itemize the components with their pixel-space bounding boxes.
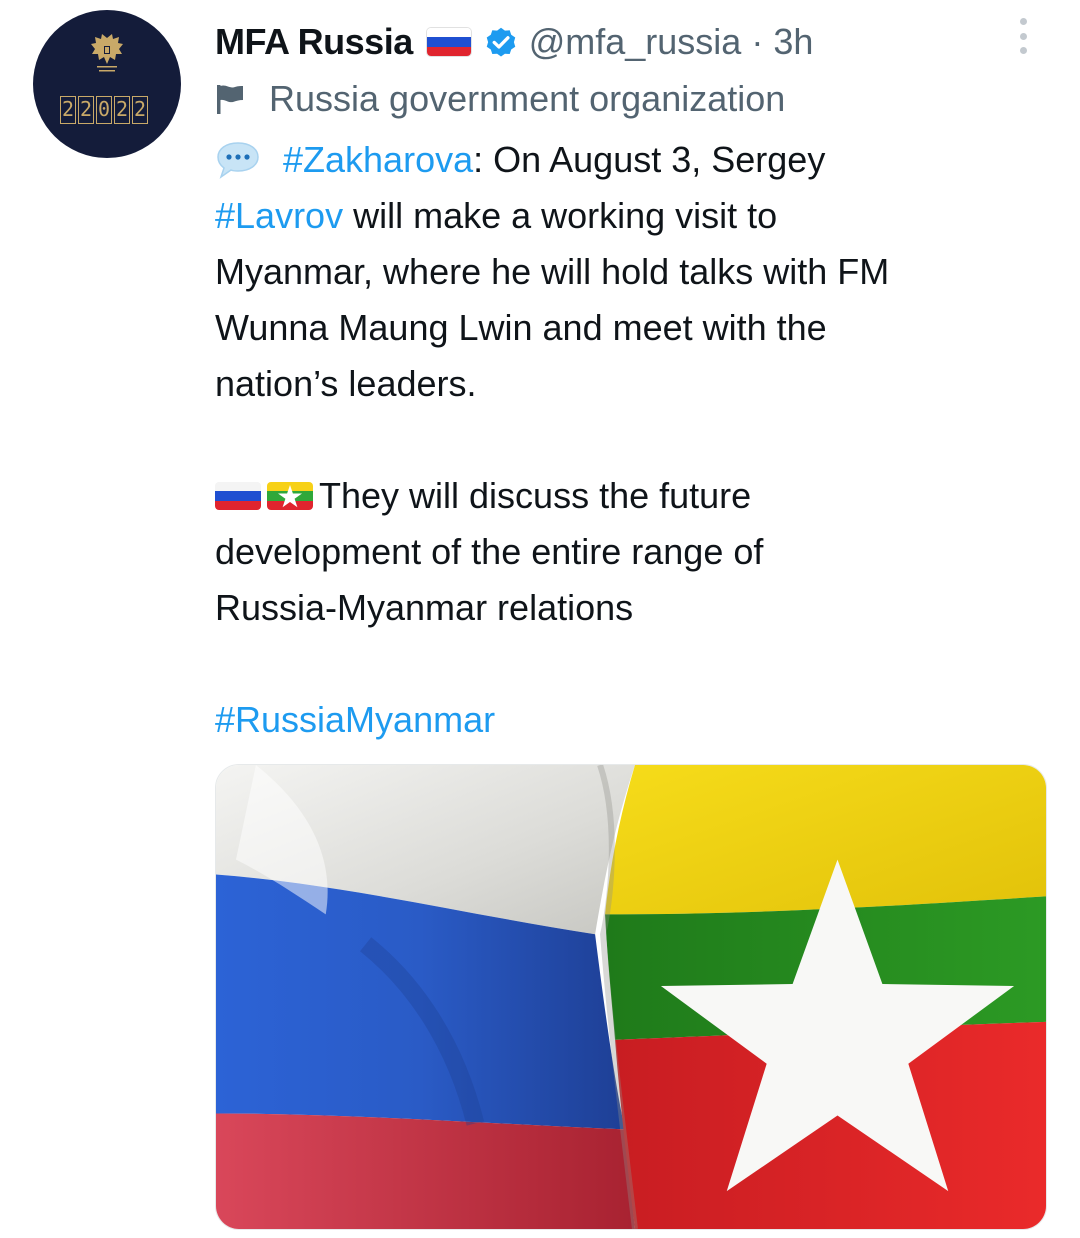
government-label: Russia government organization	[215, 76, 785, 122]
text-line: development of the entire range of	[215, 531, 764, 572]
author-handle[interactable]: @mfa_russia	[529, 21, 742, 63]
government-label-text: Russia government organization	[269, 78, 786, 119]
hashtag-link[interactable]: #RussiaMyanmar	[215, 692, 495, 748]
avatar[interactable]: 2 2 0 2 2	[33, 10, 181, 158]
avatar-digit: 2	[60, 96, 76, 124]
more-options-icon[interactable]	[1008, 16, 1038, 56]
avatar-digit: 2	[132, 96, 148, 124]
text-line: #Lavrov will make a working visit to	[215, 188, 1045, 244]
text-segment: They will discuss the future	[319, 475, 752, 516]
hashtag-link[interactable]: #Zakharova	[283, 132, 473, 188]
tweet-header: MFA Russia @mfa_russia · 3h	[215, 18, 813, 66]
avatar-number: 2 2 0 2 2	[60, 96, 148, 126]
flags-photo	[216, 765, 1046, 1229]
text-line: nation’s leaders.	[215, 363, 477, 404]
flag-icon	[217, 85, 243, 114]
coat-of-arms-icon	[91, 34, 123, 72]
tweet-time[interactable]: 3h	[773, 21, 813, 63]
text-line: Wunna Maung Lwin and meet with the	[215, 307, 827, 348]
tweet-card[interactable]: 2 2 0 2 2 MFA Russia @mfa_russia · 3h Ru	[0, 0, 1080, 1238]
avatar-digit: 0	[96, 96, 112, 124]
avatar-digit: 2	[78, 96, 94, 124]
russia-flag-icon	[215, 482, 261, 510]
author-name[interactable]: MFA Russia	[215, 21, 413, 63]
tweet-image[interactable]	[215, 764, 1047, 1230]
time-separator: ·	[751, 21, 764, 62]
tweet-text: #Zakharova: On August 3, Sergey #Lavrov …	[215, 132, 1045, 748]
text-line: #Zakharova: On August 3, Sergey	[215, 132, 1045, 188]
myanmar-flag-icon	[267, 482, 313, 510]
text-segment: : On August 3, Sergey	[473, 139, 826, 180]
russia-flag-icon	[426, 28, 471, 56]
text-line: Myanmar, where he will hold talks with F…	[215, 251, 890, 292]
text-line: Russia-Myanmar relations	[215, 587, 634, 628]
text-segment: will make a working visit to	[343, 195, 778, 236]
text-line: #RussiaMyanmar	[215, 692, 1045, 748]
avatar-digit: 2	[114, 96, 130, 124]
hashtag-link[interactable]: #Lavrov	[215, 188, 343, 244]
text-line: They will discuss the future	[215, 468, 1045, 524]
speech-bubble-icon	[217, 142, 259, 179]
verified-badge-icon	[486, 27, 515, 57]
